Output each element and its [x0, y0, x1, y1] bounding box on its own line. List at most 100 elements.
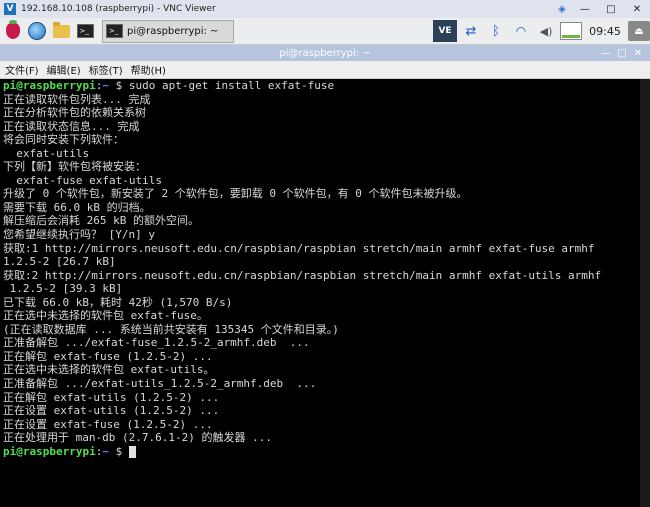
system-tray: VE ⇄ ᛒ ◠ ◀) 09:45 ⏏ — [430, 18, 650, 44]
output-text: 您希望继续执行吗？ [Y/n] y — [3, 228, 155, 242]
terminal-titlebar: pi@raspberrypi: ~ — □ ✕ — [0, 45, 650, 61]
prompt-path: ~ — [102, 444, 109, 458]
terminal-line: 正在解包 exfat-utils (1.2.5-2) ... — [3, 391, 601, 405]
command-text: sudo apt-get install exfat-fuse — [128, 79, 335, 92]
terminal-line: 升级了 0 个软件包，新安装了 2 个软件包，要卸载 0 个软件包，有 0 个软… — [3, 187, 601, 201]
terminal-output[interactable]: pi@raspberrypi:~ $ sudo apt-get install … — [0, 79, 640, 507]
file-manager-icon[interactable] — [50, 20, 72, 42]
output-text: 需要下载 66.0 kB 的归档。 — [3, 200, 151, 214]
terminal-scrollbar[interactable] — [640, 79, 650, 507]
terminal-line: 获取:2 http://mirrors.neusoft.edu.cn/raspb… — [3, 269, 601, 283]
output-text: 获取:2 http://mirrors.neusoft.edu.cn/raspb… — [3, 268, 602, 282]
terminal-line: 正在解包 exfat-fuse (1.2.5-2) ... — [3, 350, 601, 364]
output-text: 1.2.5-2 [26.7 kB] — [3, 255, 116, 269]
vnc-maximize-button[interactable]: □ — [598, 0, 624, 18]
terminal-line: 正准备解包 .../exfat-utils_1.2.5-2_armhf.deb … — [3, 377, 601, 391]
terminal-line: 获取:1 http://mirrors.neusoft.edu.cn/raspb… — [3, 242, 601, 256]
vnc-minimize-button[interactable]: — — [572, 0, 598, 18]
terminal-icon: >_ — [106, 24, 123, 38]
terminal-line: 已下载 66.0 kB，耗时 42秒 (1,570 B/s) — [3, 296, 601, 310]
prompt-symbol: $ — [108, 79, 129, 92]
output-text: 获取:1 http://mirrors.neusoft.edu.cn/raspb… — [3, 241, 595, 255]
volume-icon[interactable]: ◀) — [535, 20, 557, 42]
output-text: 正在处理用于 man-db (2.7.6.1-2) 的触发器 ... — [3, 431, 272, 445]
terminal-line: 1.2.5-2 [26.7 kB] — [3, 255, 601, 269]
raspberry-menu-icon[interactable] — [2, 20, 24, 42]
terminal-window-controls: — □ ✕ — [598, 45, 646, 61]
output-text: 解压缩后会消耗 265 kB 的额外空间。 — [3, 214, 199, 228]
text-cursor — [128, 445, 136, 458]
output-text: 正在分析软件包的依赖关系树 — [3, 106, 146, 120]
terminal-line: 正在处理用于 man-db (2.7.6.1-2) 的触发器 ... — [3, 431, 601, 445]
web-browser-icon[interactable] — [26, 20, 48, 42]
terminal-line: 需要下载 66.0 kB 的归档。 — [3, 201, 601, 215]
output-text: 正在设置 exfat-fuse (1.2.5-2) ... — [3, 417, 213, 431]
terminal-line: 您希望继续执行吗？ [Y/n] y — [3, 228, 601, 242]
terminal-window-title: pi@raspberrypi: ~ — [279, 47, 371, 59]
terminal-line: exfat-fuse exfat-utils — [3, 174, 601, 188]
output-text: 正在读取软件包列表... 完成 — [3, 92, 151, 106]
terminal-line: 正在设置 exfat-utils (1.2.5-2) ... — [3, 404, 601, 418]
terminal-close-button[interactable]: ✕ — [630, 48, 646, 59]
terminal-line: 正准备解包 .../exfat-fuse_1.2.5-2_armhf.deb .… — [3, 336, 601, 350]
vnc-logo-icon: V — [4, 3, 16, 15]
terminal-line: 正在分析软件包的依赖关系树 — [3, 106, 601, 120]
wifi-icon[interactable]: ◠ — [510, 20, 532, 42]
vnc-extra-icon[interactable]: ◈ — [552, 0, 572, 18]
prompt-user-host: pi@raspberrypi — [3, 79, 96, 92]
terminal-line: 将会同时安装下列软件： — [3, 133, 601, 147]
menu-file[interactable]: 文件(F) — [5, 62, 39, 77]
prompt-user-host: pi@raspberrypi — [3, 444, 96, 458]
output-text: 正准备解包 .../exfat-utils_1.2.5-2_armhf.deb … — [3, 377, 317, 391]
cpu-monitor-icon — [560, 20, 582, 42]
output-text: 正准备解包 .../exfat-fuse_1.2.5-2_armhf.deb .… — [3, 336, 310, 350]
output-text: 正在设置 exfat-utils (1.2.5-2) ... — [3, 404, 220, 418]
terminal-line: 正在读取状态信息... 完成 — [3, 120, 601, 134]
terminal-line: pi@raspberrypi:~ $ sudo apt-get install … — [3, 79, 601, 93]
clock[interactable]: 09:45 — [585, 20, 625, 42]
terminal-menubar: 文件(F) 编辑(E) 标签(T) 帮助(H) — [0, 61, 650, 79]
output-text: 下列【新】软件包将被安装： — [3, 160, 146, 174]
sync-icon[interactable]: ⇄ — [460, 20, 482, 42]
output-text: exfat-utils — [3, 146, 90, 160]
prompt-symbol: $ — [108, 444, 129, 458]
terminal-line: 正在设置 exfat-fuse (1.2.5-2) ... — [3, 418, 601, 432]
menu-help[interactable]: 帮助(H) — [131, 62, 166, 77]
desktop-taskbar: >_ >_ pi@raspberrypi: ~ VE ⇄ ᛒ ◠ ◀) 09:4… — [0, 18, 650, 45]
output-text: 正在选中未选择的软件包 exfat-utils。 — [3, 363, 215, 377]
terminal-line: 1.2.5-2 [39.3 kB] — [3, 282, 601, 296]
output-text: 正在读取状态信息... 完成 — [3, 119, 140, 133]
terminal-minimize-button[interactable]: — — [598, 48, 614, 59]
vnc-server-icon[interactable]: VE — [433, 20, 457, 42]
output-text: 正在选中未选择的软件包 exfat-fuse。 — [3, 309, 208, 323]
terminal-line: 下列【新】软件包将被安装： — [3, 160, 601, 174]
bluetooth-icon[interactable]: ᛒ — [485, 20, 507, 42]
vnc-window-title: 192.168.10.108 (raspberrypi) - VNC Viewe… — [21, 4, 216, 14]
terminal-line: exfat-utils — [3, 147, 601, 161]
terminal-line: 正在选中未选择的软件包 exfat-fuse。 — [3, 309, 601, 323]
terminal-line: (正在读取数据库 ... 系统当前共安装有 135345 个文件和目录。) — [3, 323, 601, 337]
taskbar-task-label: pi@raspberrypi: ~ — [127, 25, 219, 37]
taskbar-terminal-task[interactable]: >_ pi@raspberrypi: ~ — [102, 19, 234, 43]
output-text: (正在读取数据库 ... 系统当前共安装有 135345 个文件和目录。) — [3, 322, 339, 336]
output-text: 1.2.5-2 [39.3 kB] — [3, 282, 123, 296]
vnc-close-button[interactable]: ✕ — [624, 0, 650, 18]
menu-tabs[interactable]: 标签(T) — [89, 62, 123, 77]
terminal-line: pi@raspberrypi:~ $ — [3, 445, 601, 459]
terminal-line: 正在读取软件包列表... 完成 — [3, 93, 601, 107]
output-text: 将会同时安装下列软件： — [3, 133, 124, 147]
terminal-maximize-button[interactable]: □ — [614, 48, 630, 59]
eject-icon[interactable]: ⏏ — [628, 21, 650, 41]
output-text: exfat-fuse exfat-utils — [3, 173, 162, 187]
output-text: 已下载 66.0 kB，耗时 42秒 (1,570 B/s) — [3, 295, 233, 309]
output-text: 正在解包 exfat-fuse (1.2.5-2) ... — [3, 349, 213, 363]
menu-edit[interactable]: 编辑(E) — [47, 62, 81, 77]
terminal-line: 正在选中未选择的软件包 exfat-utils。 — [3, 363, 601, 377]
prompt-path: ~ — [102, 79, 109, 92]
terminal-launcher-icon[interactable]: >_ — [74, 20, 96, 42]
terminal-lines: pi@raspberrypi:~ $ sudo apt-get install … — [3, 79, 601, 458]
output-text: 正在解包 exfat-utils (1.2.5-2) ... — [3, 390, 220, 404]
output-text: 升级了 0 个软件包，新安装了 2 个软件包，要卸载 0 个软件包，有 0 个软… — [3, 187, 468, 201]
vnc-titlebar: V 192.168.10.108 (raspberrypi) - VNC Vie… — [0, 0, 650, 18]
terminal-line: 解压缩后会消耗 265 kB 的额外空间。 — [3, 214, 601, 228]
